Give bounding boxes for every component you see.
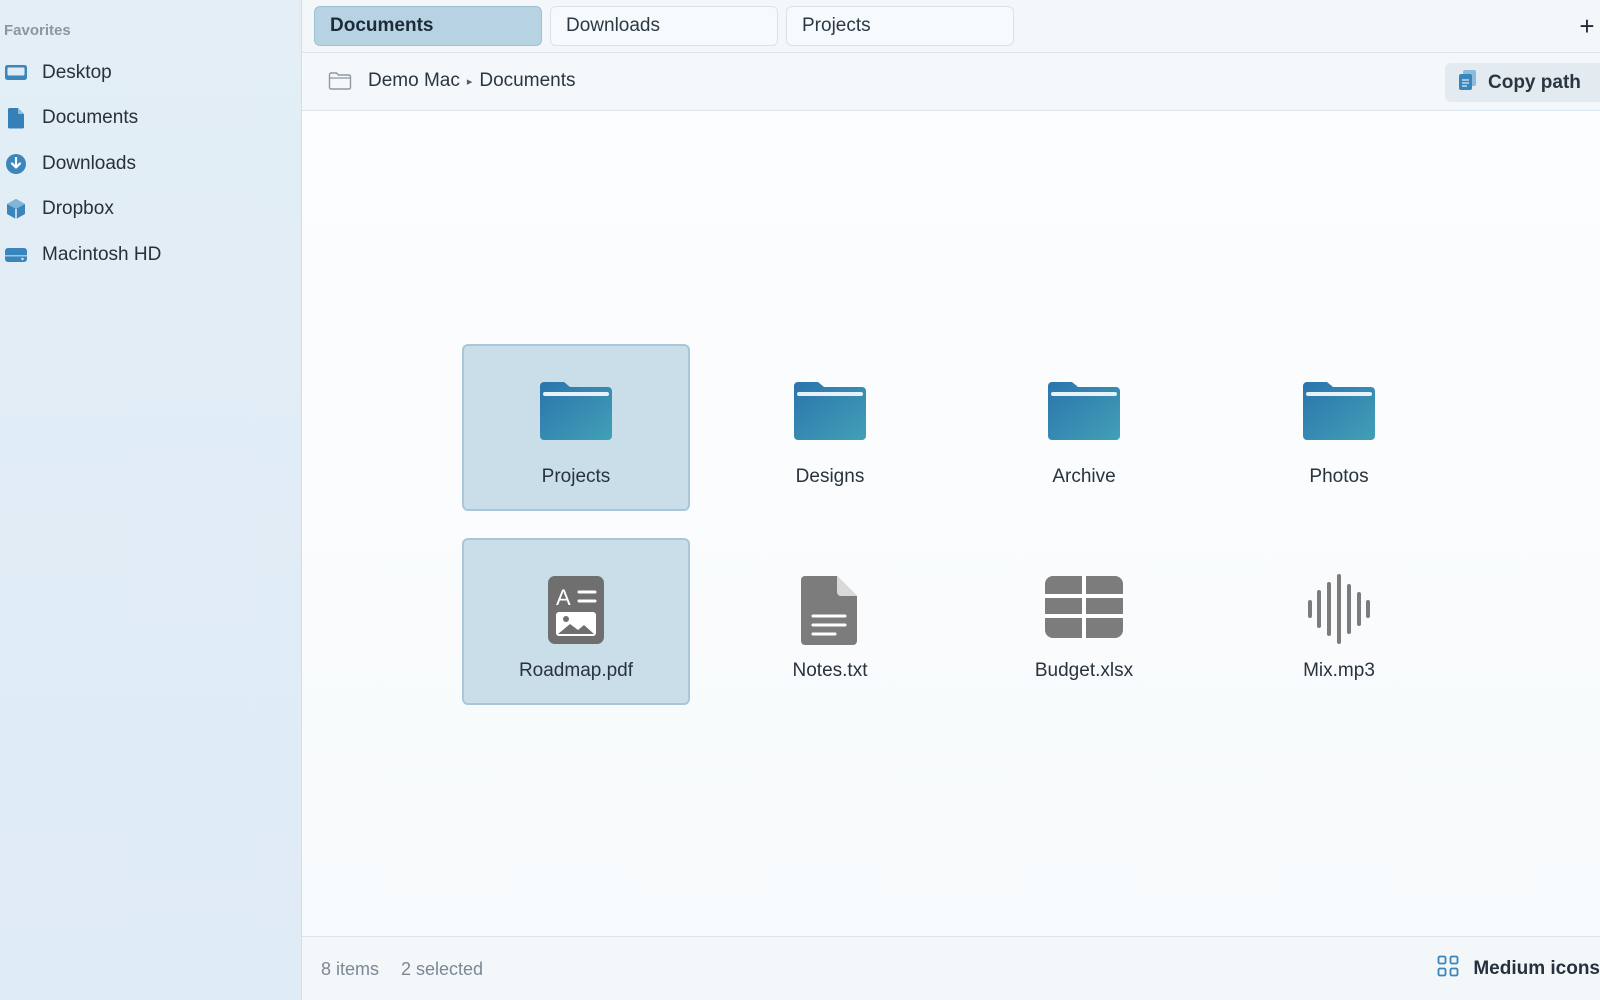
sidebar-item-downloads[interactable]: Downloads [0, 141, 300, 187]
download-icon [4, 152, 28, 176]
folder-icon [718, 380, 942, 442]
sidebar-item-label: Dropbox [42, 198, 114, 220]
tab-label: Projects [802, 15, 871, 36]
desktop-icon [4, 61, 28, 85]
selection-count: 2 selected [401, 959, 484, 979]
file-item-notes-txt[interactable]: Notes.txt [716, 538, 944, 705]
tab-documents[interactable]: Documents [314, 6, 542, 46]
sidebar-item-macintosh-hd[interactable]: Macintosh HD [0, 232, 300, 278]
file-item-archive[interactable]: Archive [970, 344, 1198, 511]
folder-icon [1227, 380, 1451, 442]
svg-text:A: A [556, 585, 571, 610]
tab-label: Documents [330, 15, 434, 36]
file-item-roadmap-pdf[interactable]: A Roadmap.pdf [462, 538, 690, 705]
file-name: Photos [1309, 466, 1369, 487]
sidebar-item-documents[interactable]: Documents [0, 96, 300, 142]
breadcrumb-item[interactable]: Demo Mac [368, 70, 460, 92]
sidebar-item-dropbox[interactable]: Dropbox [0, 187, 300, 233]
file-name: Mix.mp3 [1303, 660, 1375, 681]
file-grid: Projects Designs Archive Photos A Roadma… [302, 111, 1600, 936]
spreadsheet-icon [972, 574, 1196, 640]
status-bar: 8 items 2 selected Medium icons [302, 936, 1600, 1000]
sidebar-list: Desktop Documents Downloads Dropbox Maci… [0, 50, 300, 278]
main-panel: Documents Downloads Projects + Demo Mac … [302, 0, 1600, 1000]
tab-bar: Documents Downloads Projects + [302, 0, 1600, 53]
path-bar: Demo Mac ▸ Documents Copy path [302, 53, 1600, 111]
copy-path-label: Copy path [1488, 71, 1581, 93]
file-name: Archive [1052, 466, 1116, 487]
copy-path-button[interactable]: Copy path [1445, 63, 1600, 102]
breadcrumb-separator: ▸ [466, 75, 473, 88]
copy-icon [1458, 69, 1478, 96]
breadcrumb: Demo Mac ▸ Documents [368, 70, 576, 92]
file-manager-window: Favorites Desktop Documents Downloads Dr… [0, 0, 1600, 1000]
view-mode-label: Medium icons [1473, 957, 1600, 979]
breadcrumb-item[interactable]: Documents [479, 70, 575, 92]
folder-outline-icon [328, 71, 352, 96]
grid-view-icon [1437, 955, 1459, 982]
sidebar-section-title: Favorites [4, 22, 71, 39]
file-item-mix-mp3[interactable]: Mix.mp3 [1225, 538, 1453, 705]
file-item-designs[interactable]: Designs [716, 344, 944, 511]
new-tab-button[interactable]: + [1574, 11, 1600, 41]
pdf-document-icon: A [464, 574, 688, 646]
dropbox-icon [4, 197, 28, 221]
folder-icon [972, 380, 1196, 442]
item-count: 8 items [321, 959, 380, 979]
sidebar: Favorites Desktop Documents Downloads Dr… [0, 0, 302, 1000]
file-name: Designs [795, 466, 865, 487]
file-name: Budget.xlsx [1034, 660, 1134, 681]
document-icon [4, 106, 28, 130]
file-item-projects[interactable]: Projects [462, 344, 690, 511]
tab-projects[interactable]: Projects [786, 6, 1014, 46]
file-item-budget-xlsx[interactable]: Budget.xlsx [970, 538, 1198, 705]
file-item-photos[interactable]: Photos [1225, 344, 1453, 511]
tab-downloads[interactable]: Downloads [550, 6, 778, 46]
text-document-icon [718, 574, 942, 646]
file-name: Roadmap.pdf [518, 660, 634, 681]
sidebar-item-label: Macintosh HD [42, 243, 162, 265]
sidebar-item-label: Documents [42, 107, 139, 129]
sidebar-item-label: Downloads [42, 152, 136, 174]
tab-label: Downloads [566, 15, 660, 36]
folder-icon [464, 380, 688, 442]
file-name: Projects [541, 466, 611, 487]
file-name: Notes.txt [792, 660, 868, 681]
audio-waveform-icon [1227, 574, 1451, 644]
sidebar-item-label: Desktop [42, 61, 112, 83]
sidebar-item-desktop[interactable]: Desktop [0, 50, 300, 96]
hard-drive-icon [4, 243, 28, 267]
view-mode-button[interactable]: Medium icons [1437, 955, 1600, 982]
